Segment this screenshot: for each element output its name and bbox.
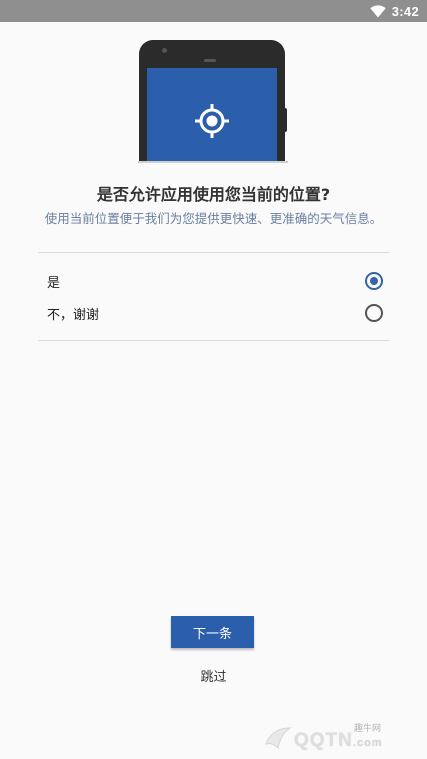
phone-illustration — [138, 38, 288, 163]
option-no[interactable]: 不，谢谢 — [38, 298, 389, 328]
dialog-subtitle: 使用当前位置便于我们为您提供更快速、更准确的天气信息。 — [44, 211, 383, 226]
status-time: 3:42 — [391, 3, 419, 19]
skip-link[interactable]: 跳过 — [0, 666, 427, 685]
option-yes-radio[interactable] — [365, 272, 383, 290]
status-bar: 3:42 — [0, 0, 427, 22]
option-yes-label: 是 — [47, 275, 61, 291]
watermark-logo-icon — [262, 722, 294, 754]
next-button[interactable]: 下一条 — [171, 616, 254, 648]
watermark-suffix: .com — [352, 737, 383, 749]
watermark: 趣牛网 QQTN.com — [262, 716, 422, 756]
option-no-label: 不，谢谢 — [47, 307, 100, 323]
divider-bottom — [38, 340, 389, 341]
phone-camera — [162, 48, 167, 53]
location-target-icon — [194, 103, 230, 143]
divider-top — [38, 252, 389, 253]
phone-base-line — [138, 161, 288, 163]
phone-side-button — [284, 108, 287, 132]
phone-screen — [147, 68, 277, 163]
dialog-title: 是否允许应用使用您当前的位置? — [96, 185, 331, 204]
watermark-big-text: QQTN.com — [294, 730, 383, 752]
phone-speaker — [204, 59, 216, 62]
wifi-icon — [370, 4, 386, 18]
option-no-radio[interactable] — [365, 304, 383, 322]
watermark-brand: QQTN — [294, 730, 353, 751]
option-yes[interactable]: 是 — [38, 266, 389, 296]
